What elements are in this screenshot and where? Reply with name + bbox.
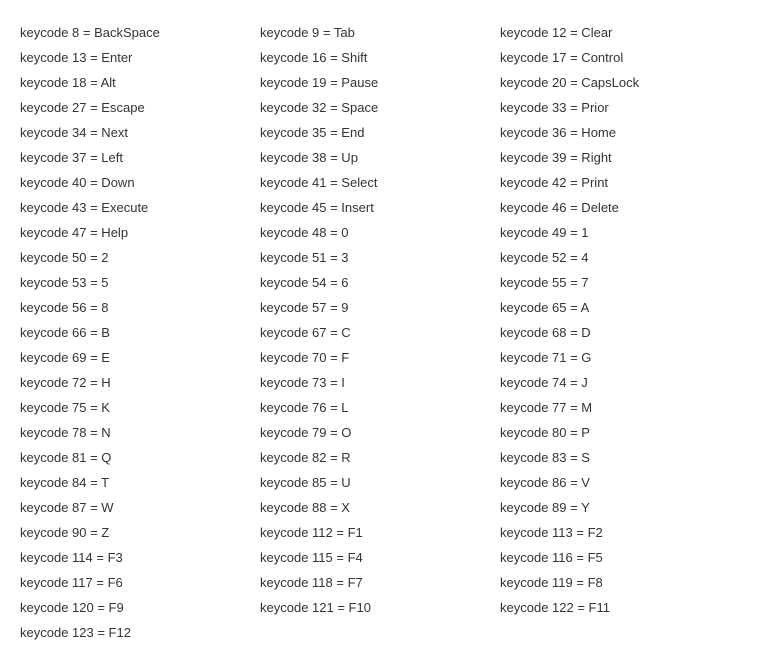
table-row: keycode 50 = 2keycode 51 = 3keycode 52 =… <box>20 245 741 270</box>
table-row: keycode 47 = Helpkeycode 48 = 0keycode 4… <box>20 220 741 245</box>
table-row: keycode 27 = Escapekeycode 32 = Spacekey… <box>20 95 741 120</box>
table-row: keycode 123 = F12 <box>20 620 741 645</box>
table-row: keycode 87 = Wkeycode 88 = Xkeycode 89 =… <box>20 495 741 520</box>
table-row: keycode 69 = Ekeycode 70 = Fkeycode 71 =… <box>20 345 741 370</box>
table-row: keycode 114 = F3keycode 115 = F4keycode … <box>20 545 741 570</box>
keycode-entry: keycode 48 = 0 <box>260 220 500 245</box>
keycode-entry: keycode 33 = Prior <box>500 95 740 120</box>
keycode-entry: keycode 37 = Left <box>20 145 260 170</box>
keycode-entry: keycode 116 = F5 <box>500 545 740 570</box>
keycode-entry: keycode 81 = Q <box>20 445 260 470</box>
table-row: keycode 40 = Downkeycode 41 = Selectkeyc… <box>20 170 741 195</box>
keycode-entry: keycode 77 = M <box>500 395 740 420</box>
table-row: keycode 53 = 5keycode 54 = 6keycode 55 =… <box>20 270 741 295</box>
keycode-entry: keycode 69 = E <box>20 345 260 370</box>
keycode-entry: keycode 68 = D <box>500 320 740 345</box>
keycode-entry: keycode 9 = Tab <box>260 20 500 45</box>
table-row: keycode 37 = Leftkeycode 38 = Upkeycode … <box>20 145 741 170</box>
keycode-entry: keycode 121 = F10 <box>260 595 500 620</box>
table-row: keycode 78 = Nkeycode 79 = Okeycode 80 =… <box>20 420 741 445</box>
keycode-entry: keycode 114 = F3 <box>20 545 260 570</box>
table-row: keycode 72 = Hkeycode 73 = Ikeycode 74 =… <box>20 370 741 395</box>
table-row: keycode 56 = 8keycode 57 = 9keycode 65 =… <box>20 295 741 320</box>
keycode-entry: keycode 55 = 7 <box>500 270 740 295</box>
keycode-entry: keycode 38 = Up <box>260 145 500 170</box>
keycode-entry: keycode 65 = A <box>500 295 740 320</box>
keycode-entry: keycode 120 = F9 <box>20 595 260 620</box>
keycode-entry: keycode 49 = 1 <box>500 220 740 245</box>
table-row: keycode 81 = Qkeycode 82 = Rkeycode 83 =… <box>20 445 741 470</box>
table-row: keycode 66 = Bkeycode 67 = Ckeycode 68 =… <box>20 320 741 345</box>
table-row: keycode 43 = Executekeycode 45 = Insertk… <box>20 195 741 220</box>
keycode-entry: keycode 35 = End <box>260 120 500 145</box>
table-row: keycode 90 = Zkeycode 112 = F1keycode 11… <box>20 520 741 545</box>
keycode-entry: keycode 67 = C <box>260 320 500 345</box>
table-row: keycode 120 = F9keycode 121 = F10keycode… <box>20 595 741 620</box>
keycode-entry: keycode 80 = P <box>500 420 740 445</box>
keycode-entry: keycode 46 = Delete <box>500 195 740 220</box>
table-row: keycode 75 = Kkeycode 76 = Lkeycode 77 =… <box>20 395 741 420</box>
keycode-entry: keycode 51 = 3 <box>260 245 500 270</box>
keycode-entry: keycode 8 = BackSpace <box>20 20 260 45</box>
keycode-entry: keycode 119 = F8 <box>500 570 740 595</box>
keycode-entry: keycode 54 = 6 <box>260 270 500 295</box>
keycode-entry: keycode 85 = U <box>260 470 500 495</box>
keycode-entry: keycode 112 = F1 <box>260 520 500 545</box>
keycode-entry: keycode 73 = I <box>260 370 500 395</box>
keycode-entry: keycode 57 = 9 <box>260 295 500 320</box>
keycode-entry: keycode 117 = F6 <box>20 570 260 595</box>
keycode-entry: keycode 76 = L <box>260 395 500 420</box>
keycode-entry: keycode 19 = Pause <box>260 70 500 95</box>
keycode-entry: keycode 122 = F11 <box>500 595 740 620</box>
keycode-entry: keycode 72 = H <box>20 370 260 395</box>
keycode-entry: keycode 113 = F2 <box>500 520 740 545</box>
keycode-entry: keycode 39 = Right <box>500 145 740 170</box>
table-row: keycode 18 = Altkeycode 19 = Pausekeycod… <box>20 70 741 95</box>
keycode-entry: keycode 88 = X <box>260 495 500 520</box>
keycode-entry: keycode 32 = Space <box>260 95 500 120</box>
keycode-entry: keycode 52 = 4 <box>500 245 740 270</box>
keycode-entry: keycode 83 = S <box>500 445 740 470</box>
keycode-entry: keycode 123 = F12 <box>20 620 260 645</box>
keycode-entry: keycode 86 = V <box>500 470 740 495</box>
keycode-entry: keycode 20 = CapsLock <box>500 70 740 95</box>
keycode-entry: keycode 17 = Control <box>500 45 740 70</box>
keycode-entry: keycode 115 = F4 <box>260 545 500 570</box>
keycode-entry: keycode 42 = Print <box>500 170 740 195</box>
keycode-entry: keycode 79 = O <box>260 420 500 445</box>
keycode-entry: keycode 45 = Insert <box>260 195 500 220</box>
keycode-entry: keycode 56 = 8 <box>20 295 260 320</box>
keycode-table: keycode 8 = BackSpacekeycode 9 = Tabkeyc… <box>20 20 741 645</box>
keycode-entry: keycode 70 = F <box>260 345 500 370</box>
table-row: keycode 84 = Tkeycode 85 = Ukeycode 86 =… <box>20 470 741 495</box>
keycode-entry: keycode 84 = T <box>20 470 260 495</box>
keycode-entry: keycode 89 = Y <box>500 495 740 520</box>
keycode-entry: keycode 90 = Z <box>20 520 260 545</box>
table-row: keycode 117 = F6keycode 118 = F7keycode … <box>20 570 741 595</box>
keycode-entry: keycode 40 = Down <box>20 170 260 195</box>
table-row: keycode 13 = Enterkeycode 16 = Shiftkeyc… <box>20 45 741 70</box>
keycode-entry: keycode 53 = 5 <box>20 270 260 295</box>
keycode-entry: keycode 16 = Shift <box>260 45 500 70</box>
keycode-entry: keycode 43 = Execute <box>20 195 260 220</box>
keycode-entry: keycode 66 = B <box>20 320 260 345</box>
keycode-entry: keycode 78 = N <box>20 420 260 445</box>
keycode-entry: keycode 75 = K <box>20 395 260 420</box>
keycode-entry: keycode 71 = G <box>500 345 740 370</box>
table-row: keycode 8 = BackSpacekeycode 9 = Tabkeyc… <box>20 20 741 45</box>
keycode-entry: keycode 27 = Escape <box>20 95 260 120</box>
keycode-entry: keycode 82 = R <box>260 445 500 470</box>
keycode-entry: keycode 12 = Clear <box>500 20 740 45</box>
keycode-entry: keycode 34 = Next <box>20 120 260 145</box>
keycode-entry: keycode 118 = F7 <box>260 570 500 595</box>
keycode-entry: keycode 13 = Enter <box>20 45 260 70</box>
keycode-entry: keycode 74 = J <box>500 370 740 395</box>
table-row: keycode 34 = Nextkeycode 35 = Endkeycode… <box>20 120 741 145</box>
keycode-entry: keycode 47 = Help <box>20 220 260 245</box>
keycode-entry: keycode 18 = Alt <box>20 70 260 95</box>
keycode-entry: keycode 36 = Home <box>500 120 740 145</box>
keycode-entry: keycode 41 = Select <box>260 170 500 195</box>
keycode-entry: keycode 87 = W <box>20 495 260 520</box>
keycode-entry: keycode 50 = 2 <box>20 245 260 270</box>
